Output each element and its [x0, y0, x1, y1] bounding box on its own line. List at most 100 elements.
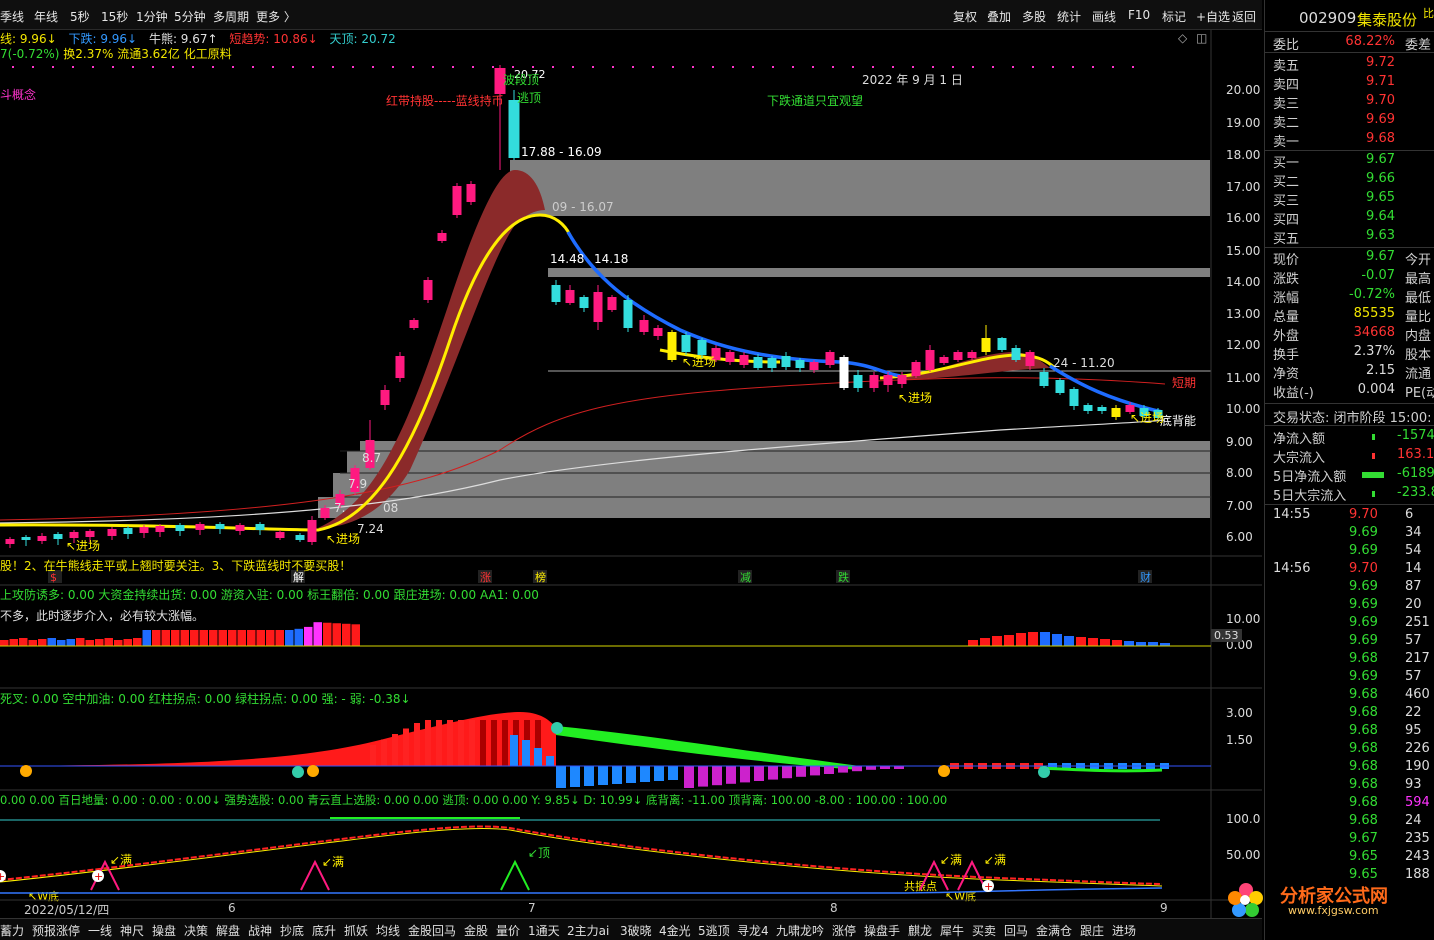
formula-tab[interactable]: 犀牛 — [940, 922, 964, 939]
formula-tab[interactable]: 解盘 — [216, 922, 240, 939]
volume-bar — [1088, 638, 1098, 646]
candle-body — [639, 320, 649, 332]
formula-tab[interactable]: 决策 — [184, 922, 208, 939]
candle-body — [123, 528, 133, 534]
tick-price: 9.68 — [1349, 813, 1378, 828]
kline-chart[interactable]: 斗概念 红带持股-----蓝线持币 下跌通道只宜观望 2022 年 9 月 1 日 20… — [0, 0, 1262, 918]
zone-label-l4: 08 — [383, 501, 398, 515]
candle-body — [795, 360, 805, 368]
top-dot — [872, 66, 874, 68]
date-annotation: 2022 年 9 月 1 日 — [862, 73, 963, 87]
stock-name: 集泰股份 — [1357, 11, 1418, 29]
macd-bar — [584, 766, 594, 786]
formula-tab[interactable]: 5逃顶 — [698, 922, 730, 939]
formula-tab[interactable]: 金股 — [464, 922, 488, 939]
buy-level-price: 9.67 — [1366, 152, 1395, 167]
macd-bar — [436, 720, 442, 766]
formula-tab[interactable]: 2主力ai — [567, 922, 609, 939]
formula-tab[interactable]: 回马 — [1004, 922, 1028, 939]
formula-tab[interactable]: 麒龙 — [908, 922, 932, 939]
formula-tab[interactable]: 1通天 — [528, 922, 560, 939]
macd-bar — [381, 739, 387, 766]
sell-level-price: 9.72 — [1366, 55, 1395, 70]
formula-tab[interactable]: 3破晓 — [620, 922, 652, 939]
formula-tab[interactable]: 抄底 — [280, 922, 304, 939]
candle-body — [255, 524, 265, 530]
formula-tab[interactable]: 九啸龙吟 — [776, 922, 824, 939]
top-dot — [352, 66, 354, 68]
candle-body — [667, 332, 677, 360]
badge: 比 — [1423, 7, 1434, 20]
formula-tab[interactable]: 战神 — [248, 922, 272, 939]
formula-tab[interactable]: 量价 — [496, 922, 520, 939]
stat-label: 涨跌 — [1273, 272, 1300, 287]
stat-label-right: 内盘 — [1405, 329, 1432, 344]
tick-price: 9.68 — [1349, 705, 1378, 720]
formula-tab[interactable]: 均线 — [376, 922, 400, 939]
volume-bar — [1112, 640, 1122, 646]
formula-tab[interactable]: 抓妖 — [344, 922, 368, 939]
volume-bar — [313, 622, 322, 646]
volume-bar — [266, 630, 275, 646]
volume-bar — [19, 638, 28, 646]
volume-bar — [104, 638, 113, 646]
formula-tab[interactable]: 操盘 — [152, 922, 176, 939]
volume-bar — [1040, 632, 1050, 646]
macd-bar — [740, 766, 750, 783]
macd-bar — [570, 766, 580, 787]
formula-tab[interactable]: 金满仓 — [1036, 922, 1072, 939]
volume-bar — [76, 638, 85, 646]
formula-tab[interactable]: 神尺 — [120, 922, 144, 939]
formula-tab[interactable]: 底升 — [312, 922, 336, 939]
stat-label-right: 流通 — [1405, 367, 1432, 382]
formula-tab[interactable]: 4金光 — [659, 922, 691, 939]
tick-volume: 87 — [1405, 579, 1422, 594]
macd-bar — [668, 766, 678, 780]
tick-volume: 460 — [1405, 687, 1430, 702]
volume-bar — [992, 636, 1002, 646]
tick-price: 9.69 — [1349, 669, 1378, 684]
macd-bar — [403, 728, 409, 766]
macd-bar — [534, 748, 542, 766]
price-tick: 14.00 — [1226, 275, 1261, 289]
volume-bar — [256, 630, 265, 646]
tick-time: 14:56 — [1273, 561, 1311, 576]
price-tick: 13.00 — [1226, 307, 1261, 321]
formula-tab[interactable]: 操盘手 — [864, 922, 900, 939]
formula-tab[interactable]: 预报涨停 — [32, 922, 80, 939]
formula-tab[interactable]: 进场 — [1112, 922, 1136, 939]
top-dot — [12, 66, 14, 68]
tick-volume: 251 — [1405, 615, 1430, 630]
formula-tab[interactable]: 金股回马 — [408, 922, 456, 939]
top-dot — [812, 66, 814, 68]
stat-label: 涨幅 — [1273, 291, 1300, 306]
volume-bar — [294, 628, 303, 646]
tick-volume: 14 — [1405, 561, 1422, 576]
watermark-url: www.fxjgsw.com — [1288, 904, 1379, 917]
top-dot — [692, 66, 694, 68]
wave-top-label: 波段顶 — [503, 72, 539, 87]
support-zone — [360, 441, 1210, 451]
formula-tab[interactable]: 寻龙4 — [737, 922, 769, 939]
sell-signal-icon — [551, 722, 563, 734]
volume-bar — [95, 639, 104, 646]
top-dot — [632, 66, 634, 68]
top-dot — [72, 66, 74, 68]
buy-signal-icon — [938, 765, 950, 777]
support-zone — [548, 268, 1210, 277]
macd-bar — [852, 766, 862, 772]
entry-label: ↖进场 — [898, 391, 932, 405]
sell-level-label: 卖二 — [1273, 116, 1300, 131]
formula-tab[interactable]: 涨停 — [832, 922, 856, 939]
top-dot — [832, 66, 834, 68]
formula-tab[interactable]: 蓄力 — [0, 922, 24, 939]
price-tick: 17.00 — [1226, 180, 1261, 194]
tick-price: 9.70 — [1349, 507, 1378, 522]
divider — [1265, 150, 1434, 151]
formula-tab[interactable]: 一线 — [88, 922, 112, 939]
formula-tab[interactable]: 跟庄 — [1080, 922, 1104, 939]
formula-tab[interactable]: 买卖 — [972, 922, 996, 939]
flow-bar — [1362, 472, 1384, 478]
flow-value: -6189 — [1397, 466, 1434, 481]
panel2-current-value: 0.53 — [1211, 629, 1242, 642]
